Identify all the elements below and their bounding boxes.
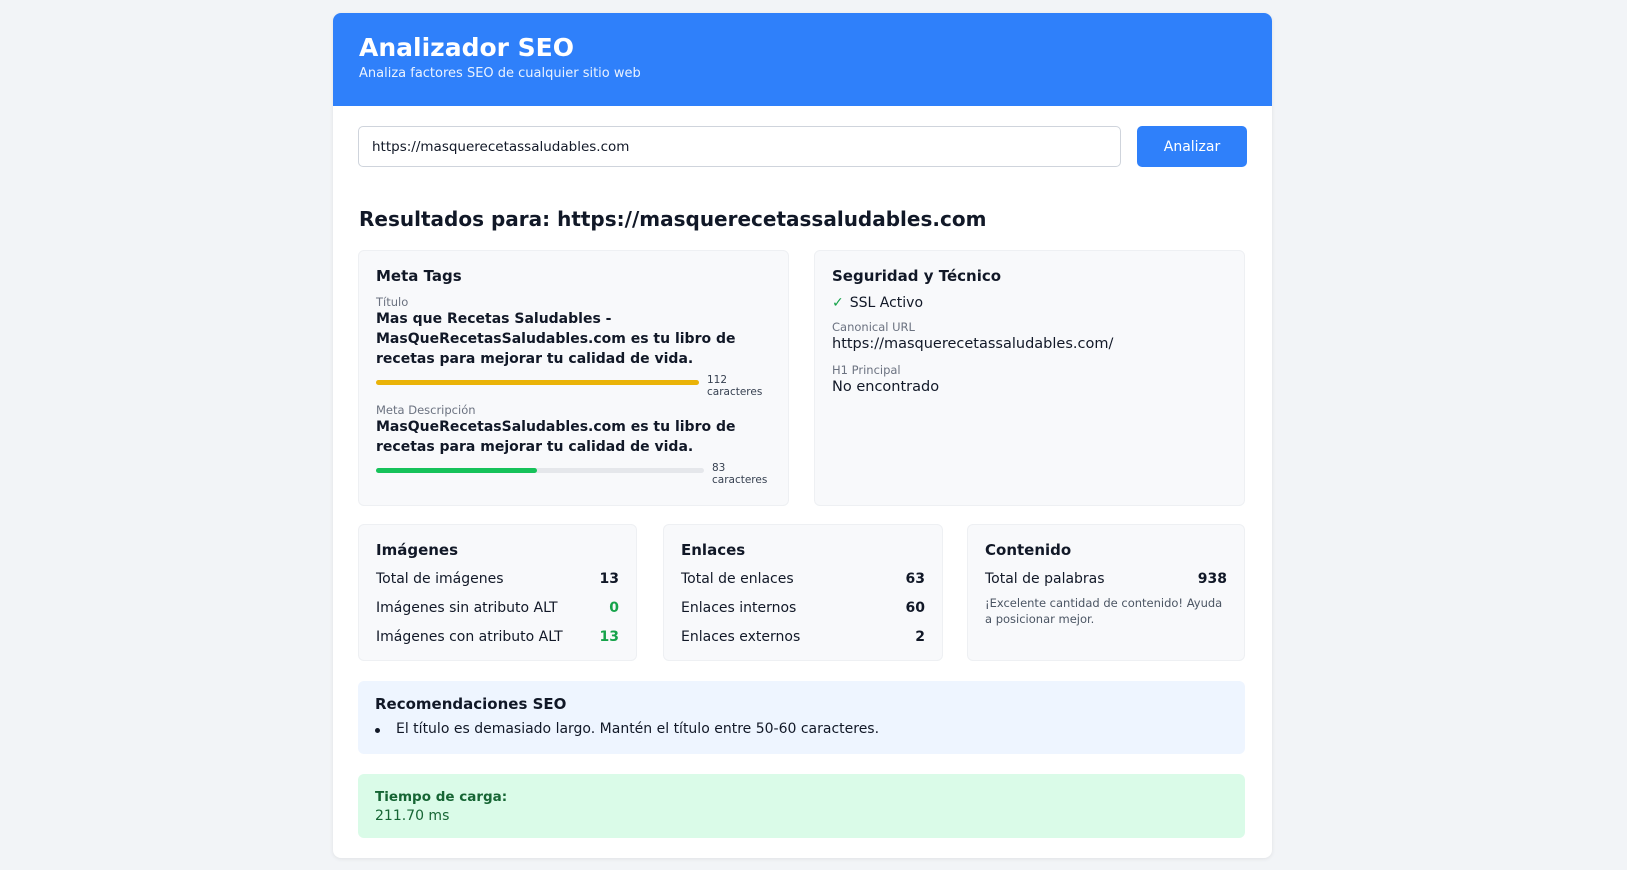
stat-row-total-links: Total de enlaces 63 [681,569,925,589]
canonical-label: Canonical URL [832,320,915,334]
recommendation-item: El título es demasiado largo. Mantén el … [375,721,1228,737]
meta-tags-heading: Meta Tags [376,267,462,285]
search-bar: Analizar [358,126,1247,167]
desc-bar-track [376,468,704,473]
analyze-button[interactable]: Analizar [1137,126,1247,167]
images-card: Imágenes Total de imágenes 13 Imágenes s… [358,524,637,661]
title-count-number: 112 [707,374,728,386]
load-time-value: 211.70 ms [375,808,450,824]
stat-row-external-links: Enlaces externos 2 [681,627,925,647]
app-header: Analizador SEO Analiza factores SEO de c… [333,13,1272,106]
recommendations-heading: Recomendaciones SEO [375,695,567,713]
stat-label: Total de enlaces [681,571,794,587]
title-bar-fill [376,380,699,385]
stat-row-total-words: Total de palabras 938 [985,569,1227,589]
stat-value: 13 [599,629,619,645]
desc-value: MasQueRecetasSaludables.com es tu libro … [376,419,736,455]
stat-label: Total de palabras [985,571,1105,587]
check-icon: ✓ [832,295,844,311]
stat-row-internal-links: Enlaces internos 60 [681,598,925,618]
desc-length-bar: 83 caracteres [376,462,771,489]
content-card: Contenido Total de palabras 938 ¡Excelen… [967,524,1245,661]
stat-value: 60 [905,600,925,616]
title-bar-track [376,380,699,385]
ssl-status: ✓ SSL Activo [832,295,1227,311]
stat-value: 13 [599,571,619,587]
stat-label: Enlaces externos [681,629,801,645]
security-heading: Seguridad y Técnico [832,267,1002,285]
meta-tags-card: Meta Tags Título Mas que Recetas Saludab… [358,250,789,506]
canonical-value: https://masquerecetassaludables.com/ [832,336,1114,352]
seo-analyzer-app: Analizador SEO Analiza factores SEO de c… [333,13,1272,858]
content-heading: Contenido [985,541,1072,559]
title-char-count: 112 caracteres [707,374,762,398]
title-label: Título [376,295,409,309]
security-card: Seguridad y Técnico ✓ SSL Activo Canonica… [814,250,1245,506]
app-subtitle: Analiza factores SEO de cualquier sitio … [359,66,641,81]
results-title: Resultados para: https://masquerecetassa… [359,207,987,231]
links-card: Enlaces Total de enlaces 63 Enlaces inte… [663,524,943,661]
images-heading: Imágenes [376,541,459,559]
stat-value: 938 [1197,571,1227,587]
desc-count-number: 83 [712,462,726,474]
links-heading: Enlaces [681,541,746,559]
stat-label: Imágenes sin atributo ALT [376,600,558,616]
desc-bar-fill [376,468,537,473]
desc-label: Meta Descripción [376,403,476,417]
h1-label: H1 Principal [832,363,901,377]
stat-row-total-images: Total de imágenes 13 [376,569,619,589]
title-count-unit: caracteres [707,386,763,398]
stat-value: 2 [915,629,925,645]
stat-label: Total de imágenes [376,571,504,587]
stat-label: Imágenes con atributo ALT [376,629,563,645]
desc-char-count: 83 caracteres [712,462,767,486]
h1-value: No encontrado [832,379,940,395]
url-input[interactable] [358,126,1121,167]
stat-label: Enlaces internos [681,600,797,616]
title-value: Mas que Recetas Saludables - MasQueRecet… [376,311,736,367]
stat-row-images-with-alt: Imágenes con atributo ALT 13 [376,627,619,647]
recommendations-list: El título es demasiado largo. Mantén el … [375,721,1228,737]
title-length-bar: 112 caracteres [376,374,771,401]
load-time-label: Tiempo de carga: [375,789,508,805]
app-title: Analizador SEO [359,33,575,62]
desc-count-unit: caracteres [712,474,768,486]
stat-value: 0 [609,600,619,616]
content-note: ¡Excelente cantidad de contenido! Ayuda … [985,596,1223,626]
load-time-panel: Tiempo de carga: 211.70 ms [358,774,1245,838]
recommendations-panel: Recomendaciones SEO El título es demasia… [358,681,1245,754]
ssl-label: SSL Activo [849,295,924,311]
stat-row-images-without-alt: Imágenes sin atributo ALT 0 [376,598,619,618]
stat-value: 63 [905,571,925,587]
